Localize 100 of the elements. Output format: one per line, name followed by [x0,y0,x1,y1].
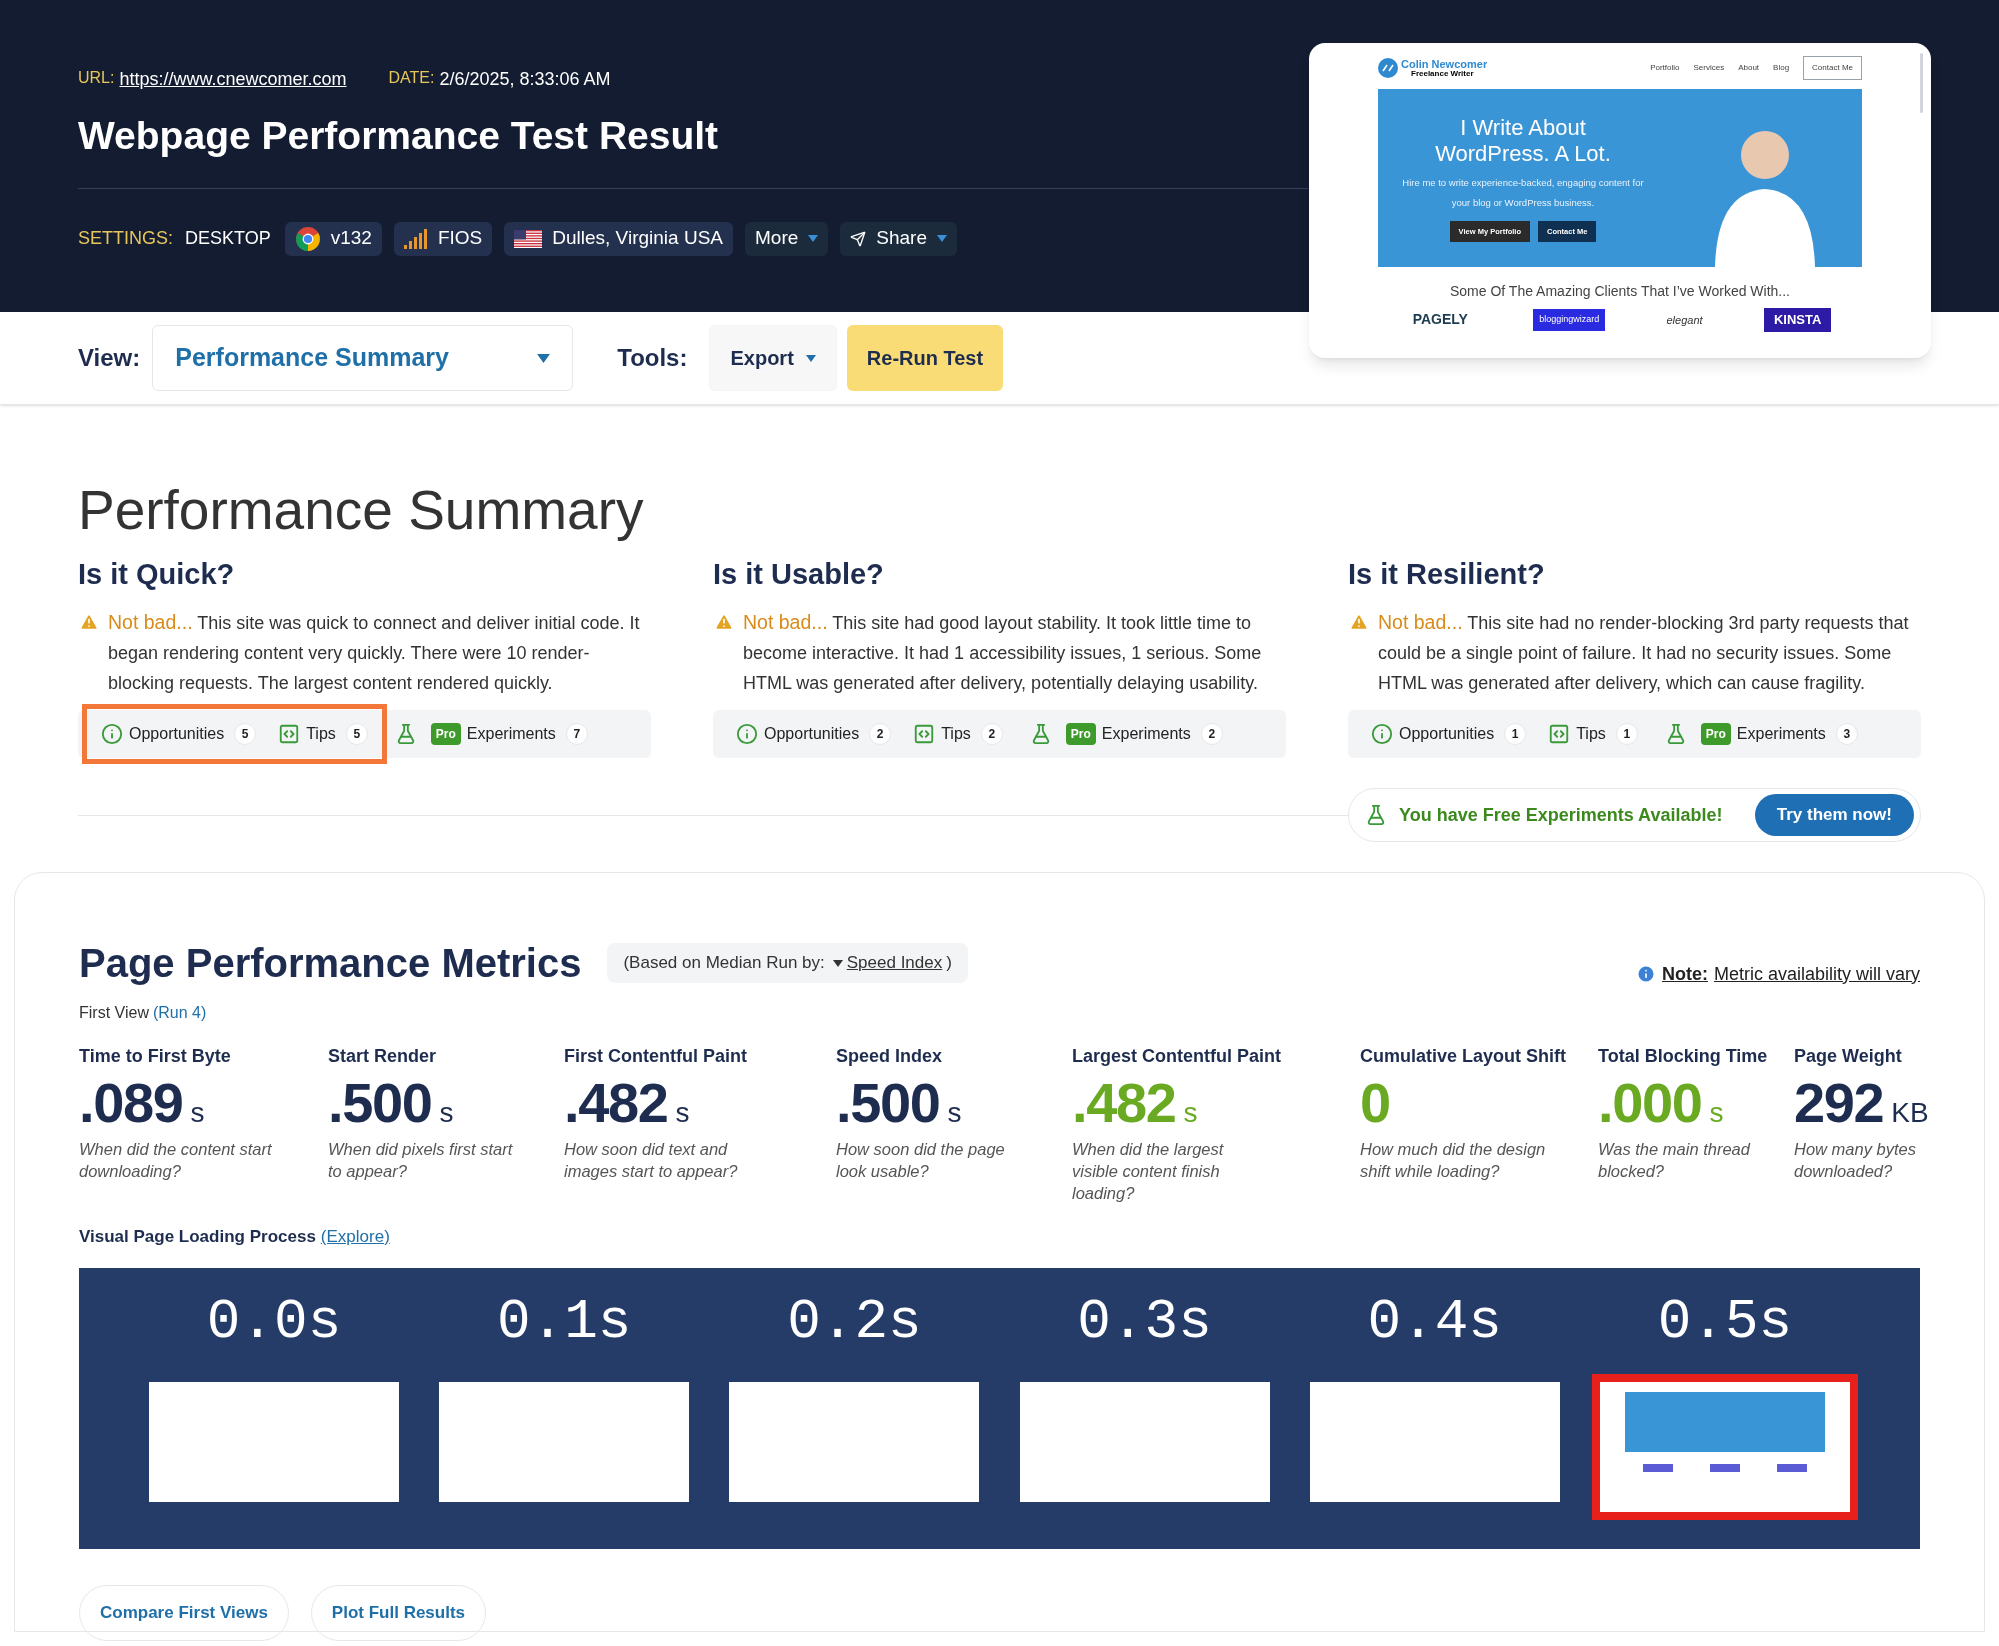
metric-description: How much did the design shift while loading? [1360,1139,1547,1182]
caret-icon [832,959,843,967]
visual-process-label: Visual Page Loading Process [79,1226,316,1248]
explore-link[interactable]: (Explore) [320,1224,390,1250]
pro-badge: Pro [1700,723,1731,745]
pro-badge: Pro [430,723,461,745]
caret-icon [805,354,816,362]
caret-icon [808,235,819,242]
frame-time: 0.1s [497,1293,632,1350]
view-dropdown[interactable]: Performance Summary [152,325,574,391]
metric-description: How soon did the page look usable? [836,1139,1006,1182]
count-badge: 5 [345,723,368,745]
nav-link[interactable]: About [1738,62,1760,74]
setting-chip[interactable]: Share [840,221,957,256]
scrollbar[interactable] [1920,53,1923,113]
frame-time: 0.0s [206,1293,342,1350]
metric-label: Speed Index [836,1045,944,1068]
hero-title: I Write About WordPress. A Lot. [1434,115,1612,167]
brand-logo-icon [1378,58,1398,78]
browser-logo-icon [294,225,321,252]
nav-link[interactable]: Services [1693,62,1725,74]
client-logo: PAGELY [1411,310,1469,330]
summary-text: Not bad... This site was quick to connect and deliver initial code. It began rendering content very quickly. There were 10 render-blocking requests. The largest content rendered quickly. [108,610,641,695]
run-link[interactable]: (Run 4) [152,1001,207,1025]
url-label: URL: [78,68,115,88]
caret-icon [537,353,551,363]
metric-value: .500 s [328,1072,455,1134]
client-logo: elegant [1666,312,1703,328]
frame-time: 0.2s [787,1293,922,1350]
metric-description: How many bytes downloaded? [1794,1139,1917,1182]
opportunities-button[interactable]: Opportunities 5 [95,722,263,746]
date-value: 2/6/2025, 8:33:06 AM [439,68,611,91]
opportunities-button[interactable]: Opportunities 2 [730,722,898,746]
count-badge: 2 [869,723,892,745]
nav-link[interactable]: Blog [1773,62,1790,74]
median-prefix: (Based on Median Run by: [623,952,825,975]
setting-chip[interactable]: More [745,221,829,256]
warning-icon [78,612,100,632]
info-icon [1635,964,1656,984]
count-badge: 1 [1615,723,1638,745]
tips-button[interactable]: Tips 2 [907,722,1009,746]
metric-value: .482 s [1072,1072,1199,1134]
metric-description: When did the content start downloading? [79,1139,273,1182]
metric-label: First Contentful Paint [564,1045,748,1068]
view-label: View: [78,343,141,373]
column-heading: Is it Quick? [78,560,236,589]
nav-link[interactable]: Portfolio [1650,62,1680,74]
caret-icon [937,235,947,242]
metric-description: How soon did text and images start to appear? [564,1139,739,1182]
info-icon [101,723,123,745]
settings-label: SETTINGS: [78,227,173,250]
experiments-button[interactable]: Pro Experiments 3 [1694,722,1864,746]
metric-label: Total Blocking Time [1598,1045,1769,1068]
summary-text: Not bad... This site had no render-blocking 3rd party requests that could be a single point of failure. It had no security issues. Some HTML was generated after delivery, which can cause fragility. [1378,610,1910,695]
url-link[interactable]: https://www.cnewcomer.com [119,66,347,93]
setting-chip[interactable]: Dulles, Virginia USA [504,221,733,256]
nav-link[interactable]: Contact Me [1803,56,1862,80]
column-heading: Is it Resilient? [1348,560,1546,589]
tips-button[interactable]: Tips 5 [272,722,374,746]
experiments-button[interactable]: Pro Experiments 7 [424,722,594,746]
hero-text: Hire me to write experience-backed, engaging content for your blog or WordPress business. [1401,176,1645,210]
setting-chip[interactable]: FIOS [393,221,493,256]
client-logo: bloggingwizard [1533,309,1606,331]
setting-chip[interactable]: v132 [284,221,382,256]
count-badge: 5 [234,723,257,745]
count-badge: 2 [1200,723,1223,745]
metrics-title: Page Performance Metrics [79,940,582,987]
page-title: Webpage Performance Test Result [78,113,719,159]
count-badge: 1 [1504,723,1527,745]
frame-time: 0.5s [1657,1293,1793,1350]
rerun-button[interactable]: Re-Run Test [846,325,1004,391]
metric-label: Time to First Byte [79,1045,232,1068]
warning-icon [713,612,735,632]
column-heading: Is it Usable? [713,560,885,589]
count-badge: 3 [1835,723,1858,745]
send-icon [850,230,867,247]
metric-label: Largest Contentful Paint [1072,1045,1282,1068]
try-button[interactable]: Try them now! [1754,794,1914,836]
metric-value: .500 s [836,1072,963,1134]
metric-label: Start Render [328,1045,438,1068]
metric-value: .000 s [1598,1072,1725,1134]
clients-heading: Some Of The Amazing Clients That I’ve Worked With... [1449,282,1791,301]
metric-label: Cumulative Layout Shift [1360,1045,1567,1068]
note-label: Note: [1661,962,1708,986]
metric-value: 292 KB [1794,1072,1930,1134]
metric-label: Page Weight [1794,1045,1903,1068]
note-text: Metric availability will vary [1713,962,1920,986]
experiments-button[interactable]: Pro Experiments 2 [1059,722,1229,746]
export-button[interactable]: Export [709,325,837,391]
brand-name: Colin Newcomer [1401,58,1488,70]
brand-tagline: Freelance Writer [1410,69,1475,78]
summary-text: Not bad... This site had good layout stability. It took little time to become interactive. It had 1 accessibility issues, 1 serious. Some HTML was generated after delivery, potentially delaying usability. [743,610,1263,695]
opportunities-button[interactable]: Opportunities 1 [1365,722,1533,746]
client-logo: KINSTA [1763,308,1832,332]
info-icon [1371,723,1393,745]
metric-description: When did pixels first start to appear? [328,1139,514,1182]
speed-index-link[interactable]: Speed Index [846,950,943,976]
metric-description: Was the main thread blocked? [1598,1139,1752,1182]
first-view-label: First View [79,1003,149,1023]
tips-button[interactable]: Tips 1 [1542,722,1644,746]
